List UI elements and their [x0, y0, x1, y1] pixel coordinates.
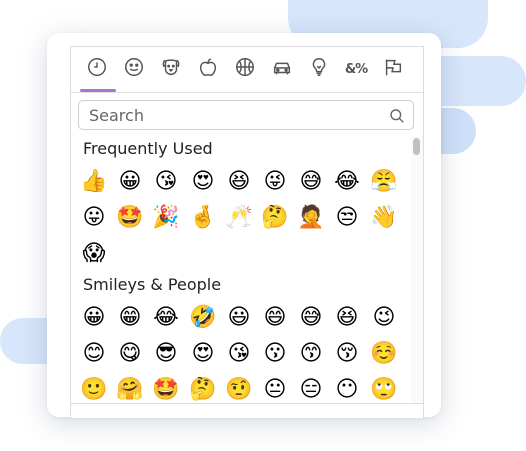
tab-objects[interactable]: [305, 55, 333, 83]
section-title-frequently-used: Frequently Used: [83, 139, 213, 158]
section-title-smileys-people: Smileys & People: [83, 275, 222, 294]
scrollbar-thumb[interactable]: [413, 138, 420, 155]
picker-footer: [71, 403, 423, 418]
symbols-icon: &%: [344, 61, 368, 77]
emoji-button[interactable]: 👍: [79, 167, 109, 197]
lightbulb-icon: [308, 56, 330, 82]
emoji-button[interactable]: 😘: [224, 339, 254, 369]
car-icon: [271, 56, 293, 82]
tab-flags[interactable]: [379, 55, 407, 83]
emoji-button[interactable]: 😆: [332, 303, 362, 333]
search-box: [78, 100, 414, 130]
emoji-button[interactable]: 😍: [188, 167, 218, 197]
emoji-button[interactable]: 🤔: [260, 203, 290, 233]
flag-icon: [382, 56, 404, 82]
tab-smileys[interactable]: [120, 55, 148, 83]
clock-icon: [86, 56, 108, 82]
emoji-button[interactable]: 😆: [224, 167, 254, 197]
emoji-button[interactable]: 😱: [79, 239, 109, 269]
emoji-button[interactable]: 😋: [115, 339, 145, 369]
emoji-button[interactable]: 🙂: [79, 375, 109, 403]
category-tabs: &%: [71, 47, 423, 93]
emoji-button[interactable]: 😶: [332, 375, 362, 403]
emoji-button[interactable]: 😃: [224, 303, 254, 333]
scrollbar[interactable]: [411, 136, 423, 403]
emoji-button[interactable]: 😅: [296, 303, 326, 333]
emoji-button[interactable]: 🤞: [188, 203, 218, 233]
emoji-button[interactable]: 😤: [369, 167, 399, 197]
tab-recent[interactable]: [83, 55, 111, 83]
emoji-picker-card: &% Frequently Used 👍😀😘😍😆😜😅😂😤😛🤩🎉🤞🥂🤔🤦😒👋😱 S…: [47, 33, 441, 418]
search-input[interactable]: [79, 101, 389, 129]
emoji-button[interactable]: 😂: [332, 167, 362, 197]
emoji-button[interactable]: 🎉: [151, 203, 181, 233]
smiley-icon: [123, 56, 145, 82]
emoji-button[interactable]: 🤣: [188, 303, 218, 333]
active-tab-indicator: [80, 89, 116, 92]
emoji-button[interactable]: 🥂: [224, 203, 254, 233]
emoji-button[interactable]: 🤩: [151, 375, 181, 403]
emoji-button[interactable]: 🤨: [224, 375, 254, 403]
emoji-button[interactable]: 🤩: [115, 203, 145, 233]
emoji-button[interactable]: 😘: [151, 167, 181, 197]
emoji-button[interactable]: 😗: [260, 339, 290, 369]
emoji-button[interactable]: 🙄: [369, 375, 399, 403]
emoji-button[interactable]: 😊: [79, 339, 109, 369]
emoji-button[interactable]: 😑: [296, 375, 326, 403]
emoji-button[interactable]: 😂: [151, 303, 181, 333]
emoji-button[interactable]: 😍: [188, 339, 218, 369]
basketball-icon: [234, 56, 256, 82]
emoji-button[interactable]: 🤔: [188, 375, 218, 403]
emoji-button[interactable]: 😁: [115, 303, 145, 333]
emoji-button[interactable]: 👋: [369, 203, 399, 233]
apple-icon: [197, 56, 219, 82]
emoji-button[interactable]: ☺️: [369, 339, 399, 369]
emoji-button[interactable]: 🤗: [115, 375, 145, 403]
tab-activity[interactable]: [231, 55, 259, 83]
emoji-button[interactable]: 😜: [260, 167, 290, 197]
emoji-button[interactable]: 😛: [79, 203, 109, 233]
emoji-button[interactable]: 😐: [260, 375, 290, 403]
emoji-button[interactable]: 😎: [151, 339, 181, 369]
emoji-button[interactable]: 😙: [296, 339, 326, 369]
search-icon: [389, 108, 405, 124]
emoji-button[interactable]: 😅: [296, 167, 326, 197]
tab-animals[interactable]: [157, 55, 185, 83]
emoji-button[interactable]: 😒: [332, 203, 362, 233]
tab-travel[interactable]: [268, 55, 296, 83]
emoji-button[interactable]: 😉: [369, 303, 399, 333]
tab-symbols[interactable]: &%: [342, 55, 370, 83]
emoji-button[interactable]: 🤦: [296, 203, 326, 233]
tab-food[interactable]: [194, 55, 222, 83]
emoji-picker: &% Frequently Used 👍😀😘😍😆😜😅😂😤😛🤩🎉🤞🥂🤔🤦😒👋😱 S…: [70, 46, 424, 418]
emoji-button[interactable]: 😚: [332, 339, 362, 369]
emoji-list: Frequently Used 👍 😀 😘 😍 😆 😜 😅 😂 😤 😛 🤩 🎉 🤞 🥂 🤔 🤦 😒 👋 😱 Smil…: [71, 136, 411, 403]
emoji-button[interactable]: 😀: [115, 167, 145, 197]
emoji-button[interactable]: 😄: [260, 303, 290, 333]
dog-icon: [160, 56, 182, 82]
emoji-button[interactable]: 😀: [79, 303, 109, 333]
